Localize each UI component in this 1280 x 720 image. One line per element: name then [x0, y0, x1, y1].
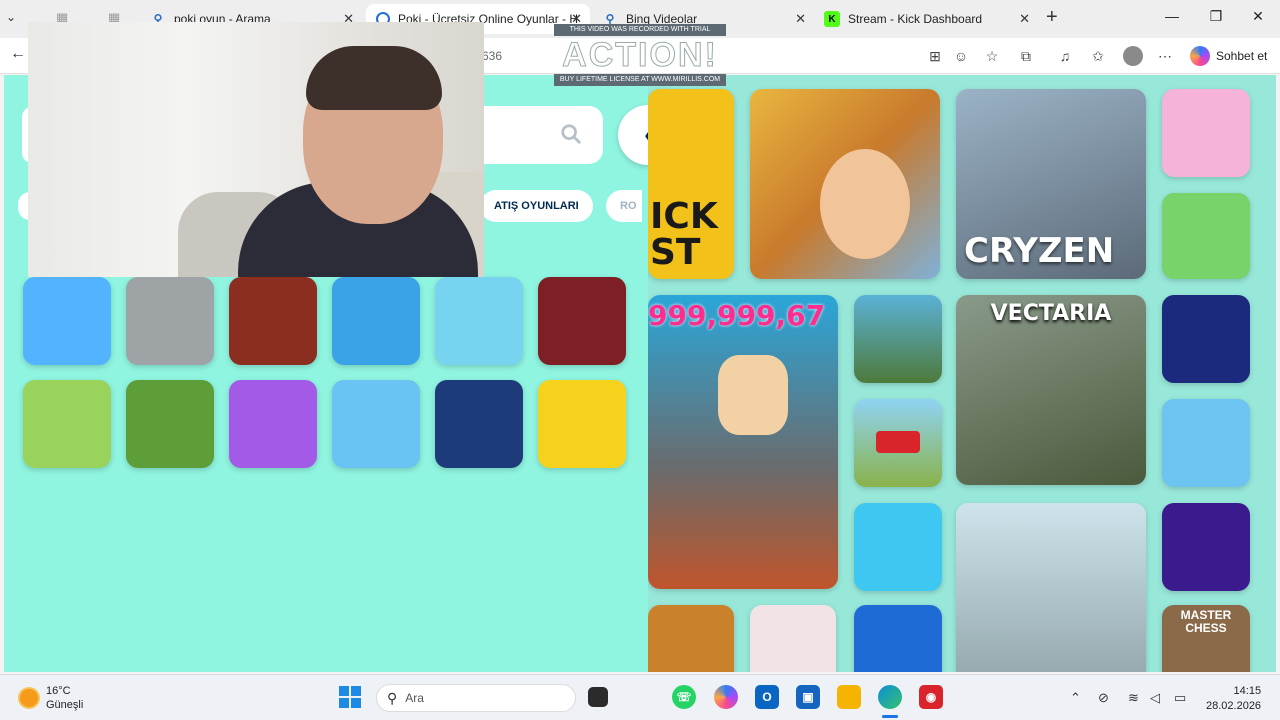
active-app-indicator — [882, 715, 898, 718]
watermark-logo: ACTION! — [562, 36, 718, 75]
clock-time: 14:15 — [1233, 685, 1262, 697]
watermark-top: THIS VIDEO WAS RECORDED WITH TRIAL VERSI… — [554, 24, 726, 45]
game-card-scary-teacher[interactable] — [538, 277, 626, 365]
windows-taskbar: 16°C Güneşli ⚲ Ara ☏ O ▣ ◉ ⌃ ⊘ ≋ ◁ ▭ 14:… — [0, 674, 1280, 720]
minimize-icon[interactable]: — — [1152, 8, 1192, 24]
kick-icon: K — [824, 11, 840, 27]
game-title: MASTER CHESS — [1180, 608, 1232, 635]
search-box[interactable] — [484, 106, 603, 164]
game-card-shooter[interactable] — [956, 503, 1146, 672]
game-card-stretch-game[interactable] — [229, 277, 317, 365]
search-icon[interactable] — [560, 123, 582, 145]
search-icon: ⚲ — [387, 689, 398, 706]
game-card-hill-climb[interactable] — [854, 399, 942, 487]
game-card-monkey-mart[interactable] — [332, 380, 420, 468]
game-card-master-chess[interactable]: MASTER CHESS — [1162, 605, 1250, 672]
game-title: ICK ST — [650, 196, 718, 273]
recorder-app-icon[interactable]: ◉ — [919, 685, 943, 709]
close-tab-icon[interactable]: ✕ — [1019, 11, 1030, 27]
game-card-vectaria[interactable]: VECTARIA — [956, 295, 1146, 485]
game-card-retro-football[interactable] — [126, 380, 214, 468]
copilot-label: Sohbet et — [1216, 49, 1268, 63]
outlook-icon[interactable]: O — [755, 685, 779, 709]
game-card-cryzen[interactable]: CRYZEN — [956, 89, 1146, 279]
game-title: VECTARIA — [990, 301, 1112, 326]
profile-avatar[interactable] — [1123, 46, 1143, 66]
game-card-block-blast[interactable] — [435, 380, 523, 468]
weather-temp: 16°C — [46, 685, 71, 697]
watermark-bottom: BUY LIFETIME LICENSE AT WWW.MIRILLIS.COM — [554, 74, 726, 86]
game-card-bottom-1[interactable] — [648, 605, 734, 672]
game-card-frogs[interactable] — [854, 295, 942, 383]
taskbar-search-placeholder: Ara — [405, 691, 424, 705]
red-car — [876, 431, 920, 453]
featured-games-panel: ICK ST CRYZEN 999,999,67 VECTARIA MASTER… — [648, 75, 1276, 672]
weather-widget[interactable]: 16°C Güneşli — [20, 684, 83, 712]
whatsapp-icon[interactable]: ☏ — [672, 685, 696, 709]
app-available-icon[interactable]: ⊞ — [926, 47, 944, 65]
reading-icon[interactable]: ☺ — [952, 47, 970, 65]
volume-icon[interactable]: ◁ — [1150, 690, 1160, 706]
game-card-dress-up[interactable] — [1162, 89, 1250, 177]
media-icon[interactable]: ♫ — [1056, 47, 1074, 65]
copilot-app-icon[interactable] — [714, 685, 738, 709]
clock-date: 28.02.2026 — [1206, 700, 1262, 712]
close-tab-icon[interactable]: ✕ — [795, 11, 806, 27]
copilot-button[interactable]: Sohbet et — [1190, 46, 1267, 66]
game-card-fps-shooter[interactable] — [126, 277, 214, 365]
tab-actions-chevron-icon[interactable]: ⌄ — [6, 10, 16, 24]
no-network-icon[interactable]: ⊘ — [1098, 690, 1109, 706]
edge-icon[interactable] — [878, 685, 902, 709]
copilot-icon — [1190, 46, 1210, 66]
game-card-stickman-party[interactable] — [23, 277, 111, 365]
game-card-geometry[interactable] — [1162, 503, 1250, 591]
store-icon[interactable]: ▣ — [796, 685, 820, 709]
game-card-stickman[interactable] — [1162, 295, 1250, 383]
battery-icon[interactable]: ▭ — [1174, 690, 1186, 706]
game-card-kick-the-buddy[interactable]: ICK ST — [648, 89, 734, 279]
game-card-hair-salon[interactable] — [854, 503, 942, 591]
weather-desc: Güneşli — [46, 699, 84, 711]
more-menu-icon[interactable]: ⋯ — [1156, 47, 1174, 65]
new-tab-button[interactable]: + — [1046, 6, 1058, 29]
tab-kick-dashboard[interactable]: K Stream - Kick Dashboard ✕ — [814, 4, 1038, 34]
extensions-icon[interactable]: ⧉ — [1017, 47, 1035, 65]
game-card-brain-test[interactable] — [750, 605, 836, 672]
game-card-level-devil[interactable]: 999,999,67 — [648, 295, 838, 589]
task-view-icon[interactable] — [588, 687, 608, 707]
game-title: CRYZEN — [964, 231, 1115, 271]
maximize-icon[interactable]: ❐ — [1196, 8, 1236, 25]
category-next[interactable]: RO — [606, 190, 642, 222]
game-card-subway-surfers[interactable] — [332, 277, 420, 365]
favorites-icon[interactable]: ✩ — [1089, 47, 1107, 65]
taskbar-search[interactable]: ⚲ Ara — [376, 684, 576, 712]
tray-chevron-icon[interactable]: ⌃ — [1070, 690, 1081, 706]
screen: ⌄ ▦ ▦ ⚲ poki oyun - Arama ✕ Poki - Ücret… — [0, 0, 1280, 720]
category-atis-oyunlari[interactable]: ATIŞ OYUNLARI — [480, 190, 593, 222]
wifi-icon[interactable]: ≋ — [1128, 690, 1139, 706]
sun-icon — [20, 689, 38, 707]
close-window-icon[interactable]: ✕ — [1238, 8, 1278, 25]
score-counter: 999,999,67 — [648, 299, 826, 332]
game-card-drift-car[interactable] — [23, 380, 111, 468]
address-bar[interactable]: 636 — [482, 49, 502, 63]
game-card-spider-swing[interactable] — [229, 380, 317, 468]
start-icon[interactable] — [338, 685, 362, 709]
file-explorer-icon[interactable] — [837, 685, 861, 709]
game-card-fly-game[interactable] — [1162, 193, 1250, 279]
cat-character — [718, 355, 788, 435]
webcam-overlay — [28, 22, 484, 277]
game-card-tank[interactable] — [854, 605, 942, 672]
game-card-subway-surfers[interactable] — [750, 89, 940, 279]
favorite-star-icon[interactable]: ☆ — [983, 47, 1001, 65]
game-card-friends[interactable] — [1162, 399, 1250, 487]
game-card-geometry-run[interactable] — [538, 380, 626, 468]
character-face — [820, 149, 910, 259]
game-card-blocky-party[interactable] — [435, 277, 523, 365]
back-arrow-icon[interactable]: ← — [6, 45, 30, 63]
tab-title: Stream - Kick Dashboard — [848, 12, 983, 26]
person-hair — [306, 46, 442, 110]
taskbar-clock[interactable]: 14:15 28.02.2026 — [1206, 684, 1261, 714]
